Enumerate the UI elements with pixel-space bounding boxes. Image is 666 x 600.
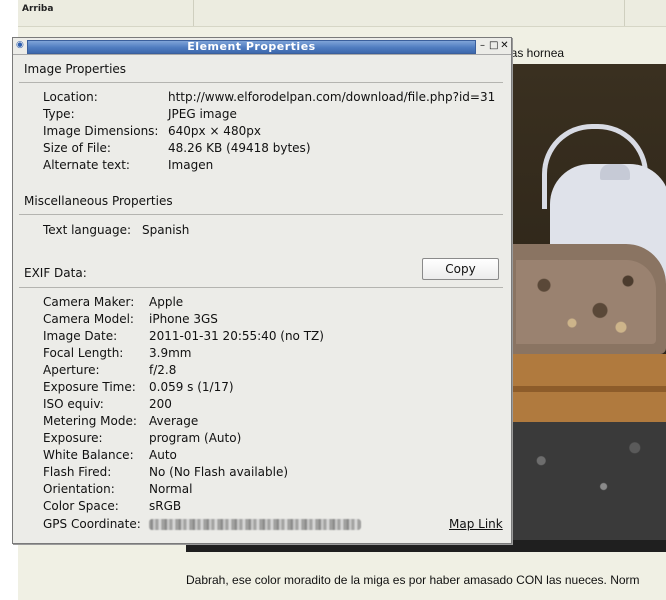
white-balance-label: White Balance:	[43, 448, 134, 462]
arriba-link[interactable]: Arriba	[22, 4, 53, 14]
dialog-title: Element Properties	[187, 40, 316, 53]
image-dimensions-label: Image Dimensions:	[43, 124, 159, 138]
metering-mode-label: Metering Mode:	[43, 414, 137, 428]
image-properties-heading: Image Properties	[24, 62, 127, 76]
forum-top-row	[18, 0, 666, 27]
maximize-icon[interactable]: □	[489, 40, 498, 51]
cutting-board-edge	[510, 386, 666, 392]
camera-model-label: Camera Model:	[43, 312, 134, 326]
post-photo	[510, 64, 666, 551]
camera-maker-label: Camera Maker:	[43, 295, 135, 309]
focal-length-value: 3.9mm	[149, 346, 192, 360]
dialog-titlebar[interactable]: ◉ Element Properties – □ ✕	[13, 38, 511, 55]
alt-text-label: Alternate text:	[43, 158, 130, 172]
exposure-value: program (Auto)	[149, 431, 242, 445]
map-link[interactable]: Map Link	[449, 517, 503, 531]
exif-heading: EXIF Data:	[24, 266, 87, 280]
post-text-fragment: has hornea	[504, 46, 565, 60]
text-language-label: Text language:	[43, 223, 131, 237]
color-space-label: Color Space:	[43, 499, 119, 513]
copy-button[interactable]: Copy	[422, 258, 499, 280]
iso-label: ISO equiv:	[43, 397, 104, 411]
app-icon[interactable]: ◉	[16, 41, 25, 50]
iso-value: 200	[149, 397, 172, 411]
column-divider	[624, 0, 625, 26]
granite-counter	[510, 422, 666, 551]
exposure-time-label: Exposure Time:	[43, 380, 136, 394]
section-separator	[19, 214, 503, 215]
file-size-value: 48.26 KB (49418 bytes)	[168, 141, 311, 155]
gps-coordinate-redacted	[149, 519, 361, 530]
element-properties-dialog: ◉ Element Properties – □ ✕ Image Propert…	[12, 37, 512, 544]
image-date-value: 2011-01-31 20:55:40 (no TZ)	[149, 329, 324, 343]
exposure-time-value: 0.059 s (1/17)	[149, 380, 234, 394]
file-size-label: Size of File:	[43, 141, 111, 155]
title-bar[interactable]: Element Properties	[27, 40, 476, 54]
kettle-lid	[600, 164, 630, 180]
orientation-value: Normal	[149, 482, 193, 496]
metering-mode-value: Average	[149, 414, 199, 428]
image-date-label: Image Date:	[43, 329, 118, 343]
focal-length-label: Focal Length:	[43, 346, 124, 360]
bread-crumb	[516, 260, 656, 344]
image-dimensions-value: 640px × 480px	[168, 124, 261, 138]
misc-properties-heading: Miscellaneous Properties	[24, 194, 173, 208]
white-balance-value: Auto	[149, 448, 177, 462]
aperture-value: f/2.8	[149, 363, 177, 377]
text-language-value: Spanish	[142, 223, 190, 237]
location-label: Location:	[43, 90, 98, 104]
aperture-label: Aperture:	[43, 363, 100, 377]
type-label: Type:	[43, 107, 75, 121]
gps-coordinate-label: GPS Coordinate:	[43, 517, 141, 531]
column-divider	[193, 0, 194, 26]
color-space-value: sRGB	[149, 499, 182, 513]
section-separator	[19, 82, 503, 83]
close-icon[interactable]: ✕	[500, 40, 509, 51]
minimize-icon[interactable]: –	[478, 40, 487, 51]
type-value: JPEG image	[168, 107, 237, 121]
section-separator	[19, 287, 503, 288]
camera-model-value: iPhone 3GS	[149, 312, 218, 326]
flash-fired-value: No (No Flash available)	[149, 465, 289, 479]
exposure-label: Exposure:	[43, 431, 103, 445]
post-bottom-text: Dabrah, ese color moradito de la miga es…	[186, 573, 640, 587]
alt-text-value: Imagen	[168, 158, 214, 172]
location-value: http://www.elforodelpan.com/download/fil…	[168, 90, 496, 104]
orientation-label: Orientation:	[43, 482, 115, 496]
flash-fired-label: Flash Fired:	[43, 465, 112, 479]
camera-maker-value: Apple	[149, 295, 184, 309]
